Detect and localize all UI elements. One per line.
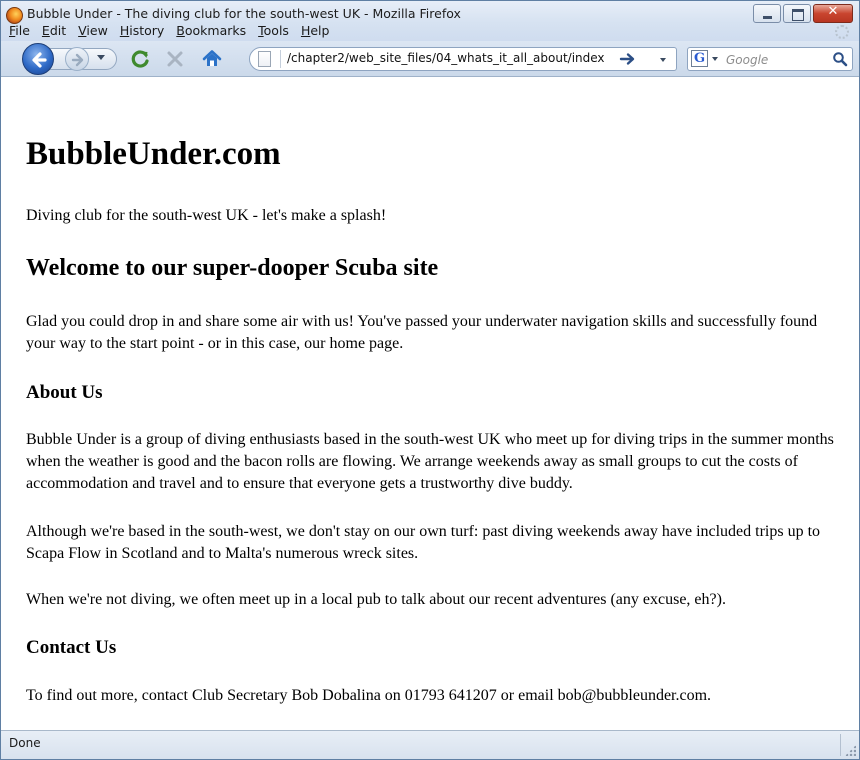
browser-window: Bubble Under - The diving club for the s… (0, 0, 860, 760)
contact-heading: Contact Us (26, 637, 117, 658)
menu-edit[interactable]: Edit (36, 21, 72, 41)
about-heading: About Us (26, 382, 103, 403)
contact-paragraph: To find out more, contact Club Secretary… (26, 687, 712, 704)
engine-dropdown-icon (712, 57, 718, 61)
forward-arrow-icon (71, 53, 84, 67)
reload-icon (131, 50, 149, 68)
go-arrow-icon (619, 53, 635, 65)
site-tagline: Diving club for the south-west UK - let'… (26, 207, 387, 224)
stop-button[interactable] (165, 49, 185, 69)
search-engine-button[interactable]: G (690, 50, 720, 68)
menu-history[interactable]: History (114, 21, 170, 41)
back-arrow-icon (32, 52, 47, 68)
forward-button[interactable] (65, 47, 89, 71)
menu-bar: File Edit View History Bookmarks Tools H… (1, 21, 335, 41)
resize-grip-icon[interactable] (845, 745, 856, 756)
address-bar: /chapter2/web_site_files/04_whats_it_all… (249, 47, 677, 71)
throbber-icon (835, 25, 849, 39)
url-input[interactable]: /chapter2/web_site_files/04_whats_it_all… (287, 51, 607, 68)
menu-bookmarks[interactable]: Bookmarks (170, 21, 252, 41)
welcome-heading: Welcome to our super-dooper Scuba site (26, 255, 439, 281)
search-input[interactable] (726, 51, 826, 68)
about-paragraph-1: Bubble Under is a group of diving enthus… (26, 431, 834, 492)
menu-view[interactable]: View (72, 21, 114, 41)
menu-tools[interactable]: Tools (252, 21, 295, 41)
reload-button[interactable] (129, 48, 151, 70)
navigation-toolbar: /chapter2/web_site_files/04_whats_it_all… (1, 41, 859, 77)
history-dropdown-icon[interactable] (97, 55, 105, 60)
close-icon: ✕ (827, 4, 839, 19)
url-dropdown-icon[interactable] (660, 58, 666, 62)
home-icon (202, 50, 222, 66)
status-divider (840, 734, 841, 756)
minimize-button[interactable] (753, 4, 781, 23)
menu-file[interactable]: File (3, 21, 36, 41)
menu-help[interactable]: Help (295, 21, 336, 41)
about-paragraph-2: Although we're based in the south-west, … (26, 523, 821, 562)
search-bar: G (687, 47, 853, 71)
maximize-button[interactable] (783, 4, 811, 23)
google-icon: G (691, 50, 708, 67)
page-content: BubbleUnder.com Diving club for the sout… (1, 78, 859, 730)
back-button[interactable] (22, 43, 54, 75)
home-button[interactable] (201, 48, 223, 70)
about-paragraph-3: When we're not diving, we often meet up … (26, 591, 726, 608)
address-divider (280, 50, 281, 68)
status-text: Done (9, 736, 41, 750)
close-button[interactable]: ✕ (813, 4, 853, 23)
page-icon (258, 51, 271, 67)
magnifier-icon (833, 52, 848, 67)
welcome-paragraph: Glad you could drop in and share some ai… (26, 313, 818, 352)
status-bar: Done (1, 730, 859, 759)
window-controls: ✕ (753, 4, 853, 23)
search-button[interactable] (832, 51, 848, 67)
site-title: BubbleUnder.com (26, 136, 281, 172)
window-title: Bubble Under - The diving club for the s… (27, 6, 461, 21)
stop-icon (167, 51, 183, 67)
title-bar: Bubble Under - The diving club for the s… (1, 1, 859, 41)
go-button[interactable] (619, 51, 637, 67)
